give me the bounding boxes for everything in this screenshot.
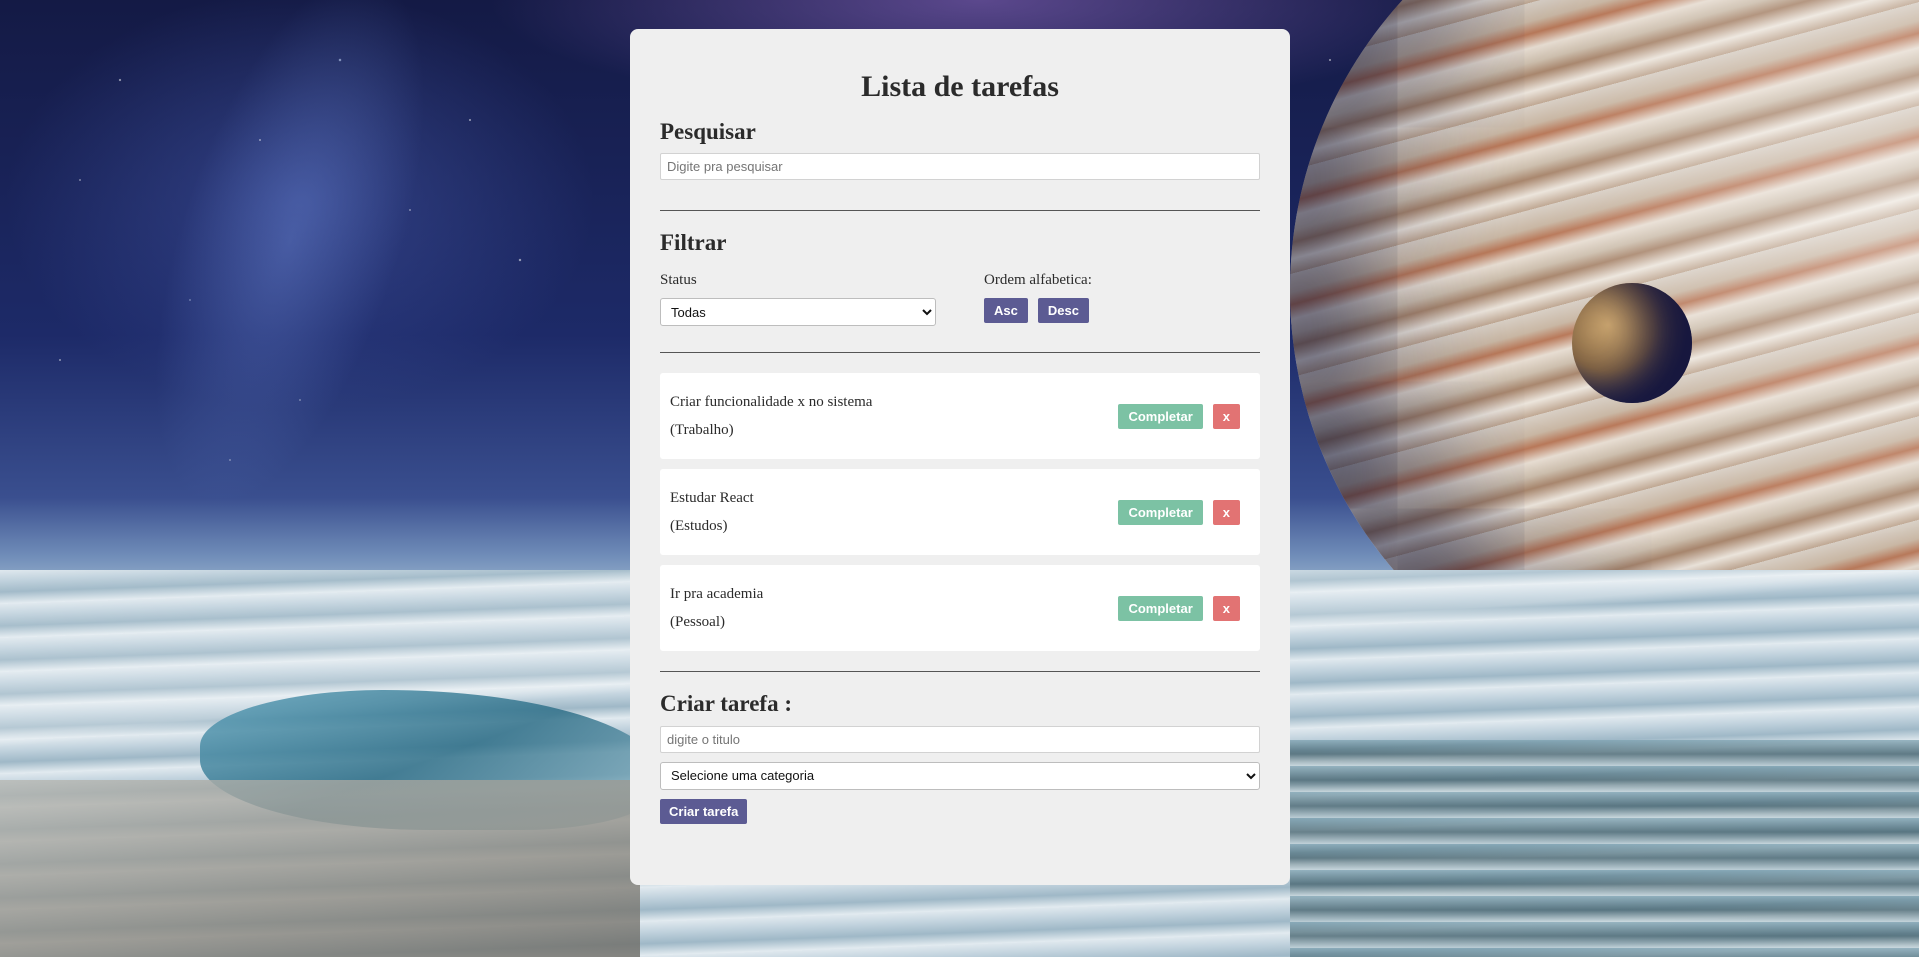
create-task-button[interactable]: Criar tarefa xyxy=(660,798,748,824)
complete-button[interactable]: Completar xyxy=(1118,499,1203,525)
todo-category: (Estudos) xyxy=(670,518,728,535)
status-filter: Status Todas xyxy=(660,270,936,327)
divider xyxy=(660,209,1260,211)
remove-button[interactable]: x xyxy=(1212,403,1240,429)
search-heading: Pesquisar xyxy=(660,119,756,144)
todo-item: Ir pra academia (Pessoal) Completar x xyxy=(660,565,1260,652)
todo-category: (Pessoal) xyxy=(670,614,725,631)
todo-title: Criar funcionalidade x no sistema xyxy=(670,394,873,411)
category-select[interactable]: Selecione uma categoria xyxy=(660,761,1260,790)
ice-cliffs xyxy=(1290,740,1919,957)
todo-title: Estudar React xyxy=(670,490,754,507)
todo-list: Criar funcionalidade x no sistema (Traba… xyxy=(660,373,1260,652)
create-heading: Criar tarefa : xyxy=(660,691,792,717)
sort-asc-button[interactable]: Asc xyxy=(984,298,1028,324)
divider xyxy=(660,352,1260,354)
divider xyxy=(660,671,1260,673)
todo-title: Ir pra academia xyxy=(670,586,764,603)
todo-actions: Completar x xyxy=(1118,595,1240,621)
remove-button[interactable]: x xyxy=(1212,499,1240,525)
complete-button[interactable]: Completar xyxy=(1118,595,1203,621)
search-input[interactable] xyxy=(660,152,1260,180)
todo-actions: Completar x xyxy=(1118,499,1240,525)
todo-app-card: Lista de tarefas Pesquisar Filtrar Statu… xyxy=(630,29,1290,885)
todo-item: Criar funcionalidade x no sistema (Traba… xyxy=(660,373,1260,460)
todo-text: Estudar React (Estudos) xyxy=(670,484,754,540)
filter-row: Status Todas Ordem alfabetica: Asc Desc xyxy=(660,270,1260,327)
order-buttons: Asc Desc xyxy=(984,298,1260,324)
todo-text: Criar funcionalidade x no sistema (Traba… xyxy=(670,388,872,444)
todo-actions: Completar x xyxy=(1118,403,1240,429)
order-label: Ordem alfabetica: xyxy=(984,272,1092,289)
filter-heading: Filtrar xyxy=(660,229,727,255)
status-label: Status xyxy=(660,272,697,289)
status-select[interactable]: Todas xyxy=(660,298,936,327)
task-title-input[interactable] xyxy=(660,725,1260,753)
moon xyxy=(1572,283,1692,403)
sort-desc-button[interactable]: Desc xyxy=(1037,298,1089,324)
page-title: Lista de tarefas xyxy=(861,70,1059,103)
todo-category: (Trabalho) xyxy=(670,422,734,439)
todo-text: Ir pra academia (Pessoal) xyxy=(670,580,763,636)
todo-item: Estudar React (Estudos) Completar x xyxy=(660,469,1260,556)
complete-button[interactable]: Completar xyxy=(1118,403,1203,429)
rocky-ground xyxy=(0,780,640,957)
order-filter: Ordem alfabetica: Asc Desc xyxy=(984,270,1260,326)
remove-button[interactable]: x xyxy=(1212,595,1240,621)
